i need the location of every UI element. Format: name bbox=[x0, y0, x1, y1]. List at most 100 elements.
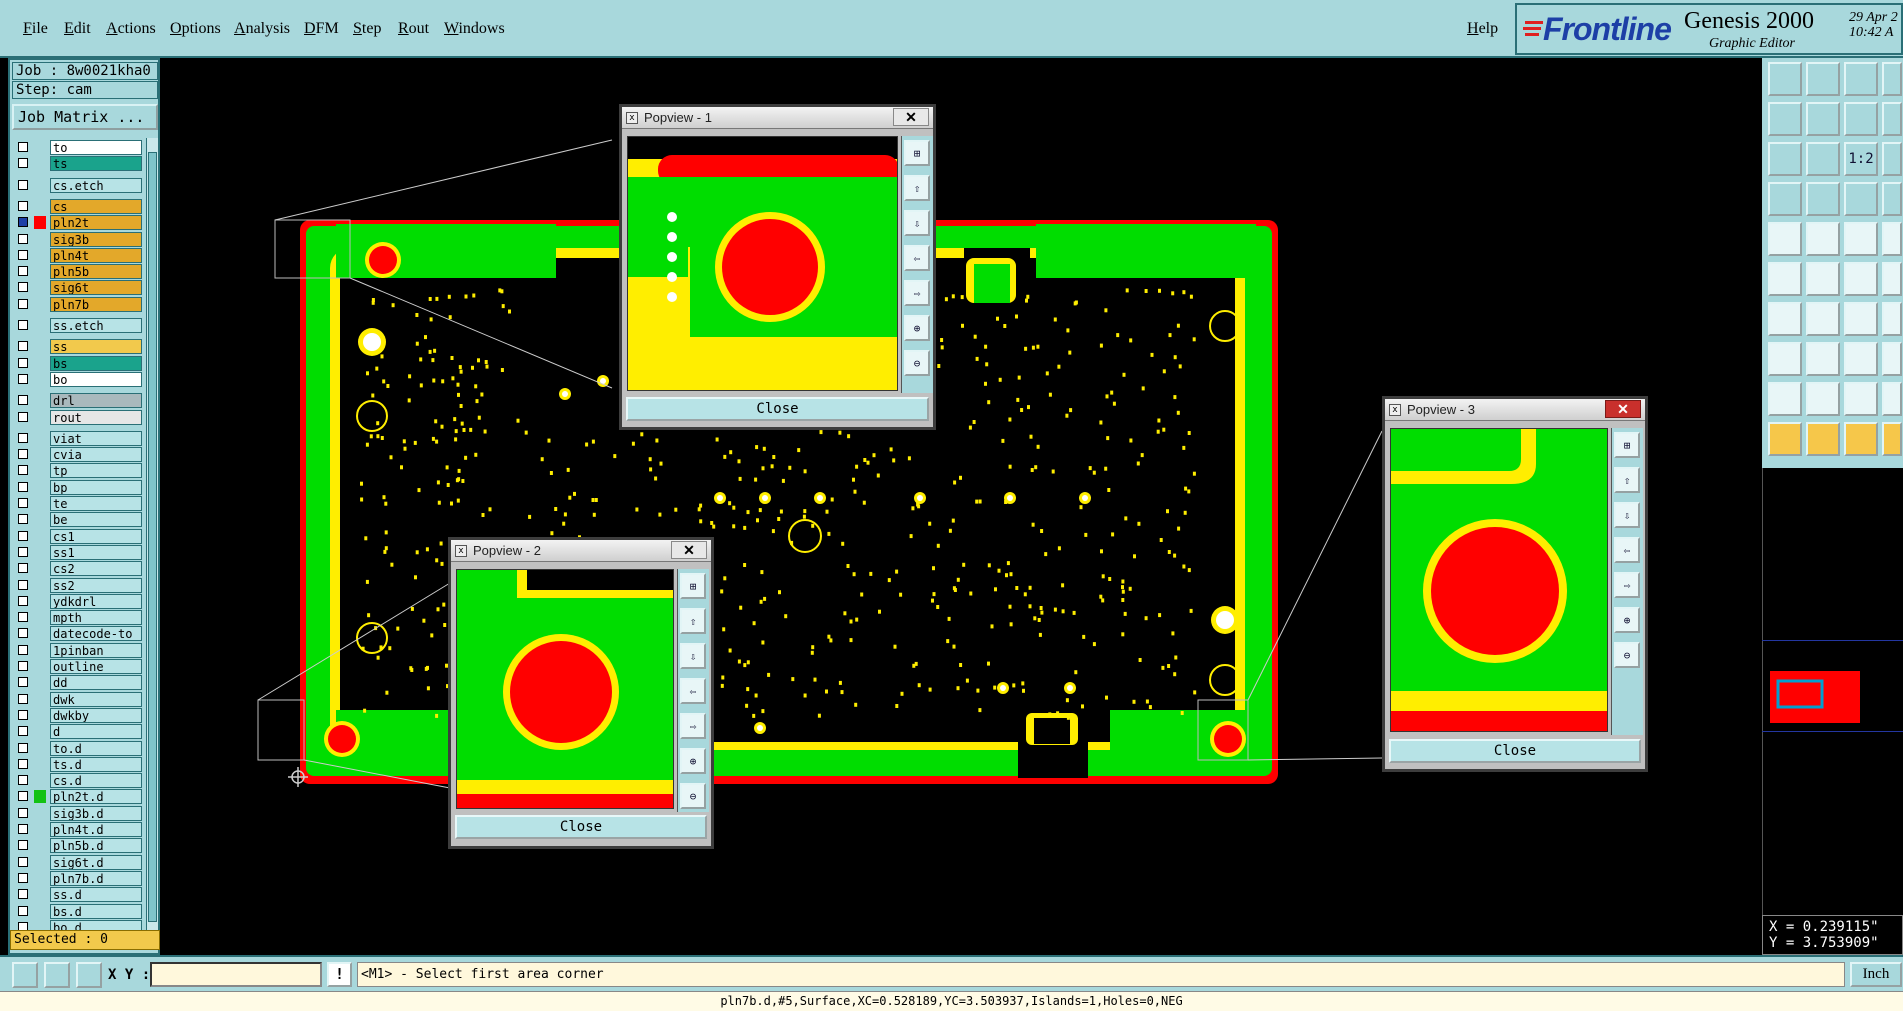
layer-checkbox[interactable] bbox=[18, 282, 28, 293]
layer-checkbox[interactable] bbox=[18, 498, 28, 508]
arrow-icon[interactable] bbox=[1768, 342, 1802, 376]
popview-window-3[interactable]: x Popview - 3 ✕ ⊞ ⇧ ⇩ ⇦ ⇨ ⊕ ⊖ Close bbox=[1382, 396, 1648, 772]
layer-name[interactable]: cvia bbox=[50, 447, 142, 463]
layer-name[interactable]: pln4t bbox=[50, 247, 142, 263]
layer-name[interactable]: rout bbox=[50, 409, 142, 425]
layer-name[interactable]: bs.d bbox=[50, 903, 142, 919]
layer-name[interactable]: dd bbox=[50, 675, 142, 691]
layer-name[interactable]: pln5b bbox=[50, 264, 142, 280]
popview-window-2[interactable]: x Popview - 2 ✕ ⊞ ⇧ ⇩ ⇦ ⇨ ⊕ ⊖ Close bbox=[448, 537, 714, 849]
misc-icon[interactable] bbox=[1882, 222, 1902, 256]
layer-row[interactable]: 1pinban bbox=[12, 642, 142, 658]
layer-checkbox[interactable] bbox=[18, 266, 28, 277]
layer-name[interactable]: outline bbox=[50, 659, 142, 674]
layer-row[interactable]: sig3b bbox=[12, 231, 142, 247]
pan-right-icon[interactable] bbox=[1806, 102, 1840, 136]
close-icon[interactable]: ✕ bbox=[671, 541, 707, 559]
layer-row[interactable]: bs bbox=[12, 355, 142, 371]
menu-windows[interactable]: Windows bbox=[444, 20, 505, 38]
misc-icon[interactable] bbox=[1882, 102, 1902, 136]
layer-checkbox[interactable] bbox=[18, 320, 28, 330]
layer-row[interactable]: ss.etch bbox=[12, 318, 142, 333]
layer-row[interactable]: cs2 bbox=[12, 561, 142, 577]
layer-name[interactable]: te bbox=[50, 496, 142, 511]
layer-name[interactable]: bs bbox=[50, 355, 142, 371]
pointer-icon[interactable] bbox=[1768, 422, 1802, 456]
ruler-icon[interactable] bbox=[12, 962, 38, 988]
layer-checkbox[interactable] bbox=[18, 546, 28, 557]
layer-row[interactable]: ss.d bbox=[12, 887, 142, 903]
layer-row[interactable]: ss2 bbox=[12, 577, 142, 593]
layer-checkbox[interactable] bbox=[18, 628, 28, 639]
zoom-window-icon[interactable] bbox=[1768, 142, 1802, 176]
pan-left-icon[interactable]: ⇦ bbox=[1614, 537, 1640, 563]
home-icon[interactable] bbox=[1844, 62, 1878, 96]
popview-close-button[interactable]: Close bbox=[626, 397, 929, 421]
scale-icon[interactable]: 1:2 bbox=[1844, 142, 1878, 176]
close-icon[interactable]: ✕ bbox=[1605, 400, 1641, 418]
layer-name[interactable]: pln5b.d bbox=[50, 838, 142, 854]
layer-checkbox[interactable] bbox=[18, 840, 28, 851]
layer-checkbox[interactable] bbox=[18, 807, 28, 818]
layer-name[interactable]: sig3b.d bbox=[50, 805, 142, 821]
menu-help[interactable]: Help bbox=[1467, 20, 1498, 38]
fit-icon[interactable]: ⊞ bbox=[904, 140, 930, 166]
board-thumbnail[interactable] bbox=[1770, 671, 1860, 723]
diag-icon[interactable] bbox=[1806, 302, 1840, 336]
layer-down-icon[interactable] bbox=[1806, 62, 1840, 96]
layer-name[interactable]: dwk bbox=[50, 691, 142, 707]
layer-name[interactable]: cs2 bbox=[50, 561, 142, 577]
layer-name[interactable]: ss1 bbox=[50, 544, 142, 560]
snap-icon[interactable] bbox=[1768, 182, 1802, 216]
layer-checkbox[interactable] bbox=[18, 905, 28, 916]
layer-checkbox[interactable] bbox=[18, 661, 28, 671]
layer-row[interactable]: dwk bbox=[12, 691, 142, 707]
layer-checkbox[interactable] bbox=[18, 530, 28, 541]
layer-name[interactable]: pln7b bbox=[50, 296, 142, 312]
layer-row[interactable]: sig3b.d bbox=[12, 805, 142, 821]
misc-icon[interactable] bbox=[1882, 302, 1902, 336]
layer-row[interactable]: to bbox=[12, 140, 142, 155]
layer-row[interactable]: pln4t bbox=[12, 247, 142, 263]
layer-row[interactable]: dd bbox=[12, 675, 142, 691]
layer-checkbox[interactable] bbox=[18, 481, 28, 492]
layer-row[interactable]: drl bbox=[12, 393, 142, 409]
layer-row[interactable]: pln2t bbox=[12, 215, 142, 231]
layer-row[interactable]: cs1 bbox=[12, 528, 142, 544]
layer-checkbox[interactable] bbox=[18, 465, 28, 476]
layer-row[interactable]: pln5b.d bbox=[12, 838, 142, 854]
layer-row[interactable]: pln4t.d bbox=[12, 822, 142, 837]
layer-checkbox[interactable] bbox=[18, 677, 28, 688]
slope-icon[interactable] bbox=[1768, 302, 1802, 336]
layer-name[interactable]: ts bbox=[50, 156, 142, 172]
layer-name[interactable]: ss.etch bbox=[50, 318, 142, 333]
layer-checkbox[interactable] bbox=[18, 249, 28, 260]
layer-row[interactable]: mpth bbox=[12, 610, 142, 626]
layer-checkbox[interactable] bbox=[18, 514, 28, 525]
layer-name[interactable]: be bbox=[50, 512, 142, 528]
layer-row[interactable]: ts bbox=[12, 156, 142, 172]
misc-icon[interactable] bbox=[1882, 382, 1902, 416]
grid-icon[interactable] bbox=[1806, 182, 1840, 216]
popview-close-button[interactable]: Close bbox=[1389, 739, 1641, 763]
layer-name[interactable]: cs.d bbox=[50, 773, 142, 789]
triangle-c-icon[interactable] bbox=[1844, 382, 1878, 416]
layer-name[interactable]: cs bbox=[50, 198, 142, 214]
mirror-icon[interactable] bbox=[1806, 342, 1840, 376]
layer-row[interactable]: ss1 bbox=[12, 544, 142, 560]
menu-file[interactable]: File bbox=[23, 20, 48, 38]
menu-rout[interactable]: Rout bbox=[398, 20, 429, 38]
pad-icon[interactable] bbox=[1768, 222, 1802, 256]
layer-row[interactable]: ts.d bbox=[12, 756, 142, 772]
layer-row[interactable]: d bbox=[12, 724, 142, 740]
zoom-in-icon[interactable]: ⊕ bbox=[904, 315, 930, 341]
layer-row[interactable]: ss bbox=[12, 339, 142, 355]
layer-checkbox[interactable] bbox=[18, 142, 28, 152]
layer-checkbox[interactable] bbox=[18, 693, 28, 704]
layer-name[interactable]: sig3b bbox=[50, 231, 142, 247]
layer-checkbox[interactable] bbox=[18, 742, 28, 753]
layer-row[interactable]: be bbox=[12, 512, 142, 528]
layer-name[interactable]: datecode-to bbox=[50, 626, 142, 642]
pan-left-icon[interactable] bbox=[1768, 102, 1802, 136]
layer-row[interactable]: cvia bbox=[12, 447, 142, 463]
